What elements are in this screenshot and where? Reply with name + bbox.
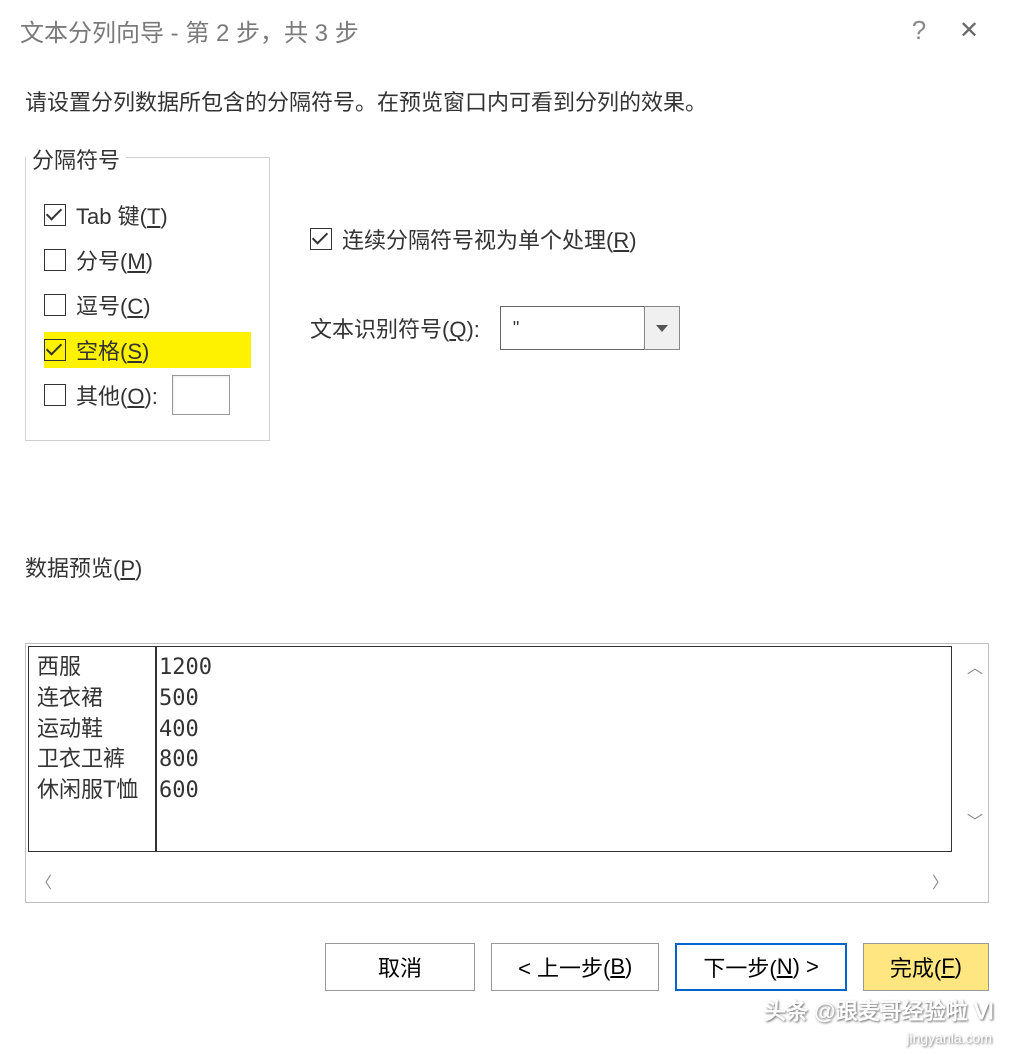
- cell: 休闲服T恤: [37, 776, 159, 807]
- button-bar: 取消 < 上一步(B) 下一步(N) > 完成(F): [0, 913, 1014, 991]
- checkbox-other[interactable]: [44, 384, 66, 406]
- right-options-panel: 连续分隔符号视为单个处理(R) 文本识别符号(Q): ": [310, 157, 680, 441]
- back-button[interactable]: < 上一步(B): [491, 943, 659, 991]
- checkbox-row-tab: Tab 键(T): [44, 197, 251, 233]
- instruction-text: 请设置分列数据所包含的分隔符号。在预览窗口内可看到分列的效果。: [25, 85, 989, 117]
- preview-label: 数据预览(P): [25, 551, 989, 583]
- cancel-button[interactable]: 取消: [325, 943, 475, 991]
- cell: 400: [159, 715, 199, 746]
- checkbox-consecutive-label[interactable]: 连续分隔符号视为单个处理(R): [342, 223, 637, 255]
- checkbox-row-space: 空格(S): [44, 332, 251, 368]
- checkbox-row-consecutive: 连续分隔符号视为单个处理(R): [310, 221, 680, 257]
- text-qualifier-dropdown[interactable]: ": [500, 306, 680, 350]
- cell: 1200: [159, 653, 212, 684]
- dropdown-button[interactable]: [644, 306, 680, 350]
- preview-box: 西服1200 连衣裙500 运动鞋400 卫衣卫裤800 休闲服T恤600 ︿ …: [25, 643, 989, 903]
- checkbox-space-label[interactable]: 空格(S): [76, 334, 149, 366]
- checkbox-semicolon[interactable]: [44, 249, 66, 271]
- cell: 500: [159, 684, 199, 715]
- checkbox-row-comma: 逗号(C): [44, 287, 251, 323]
- column-separator: [155, 647, 157, 851]
- checkbox-consecutive[interactable]: [310, 228, 332, 250]
- cell: 西服: [37, 653, 159, 684]
- checkbox-tab[interactable]: [44, 204, 66, 226]
- help-button[interactable]: ?: [894, 15, 944, 46]
- scroll-right-icon[interactable]: 〉: [932, 869, 948, 893]
- cell: 运动鞋: [37, 715, 159, 746]
- preview-content: 西服1200 连衣裙500 运动鞋400 卫衣卫裤800 休闲服T恤600: [28, 646, 952, 852]
- vertical-scrollbar[interactable]: ︿ ﹀: [962, 644, 988, 902]
- checkbox-tab-label[interactable]: Tab 键(T): [76, 199, 168, 231]
- cell: 连衣裙: [37, 684, 159, 715]
- checkbox-semicolon-label[interactable]: 分号(M): [76, 244, 153, 276]
- checkbox-row-other: 其他(O):: [44, 377, 251, 413]
- other-delimiter-input[interactable]: [172, 375, 230, 415]
- preview-row: 休闲服T恤600: [37, 776, 951, 807]
- checkbox-space[interactable]: [44, 339, 66, 361]
- preview-row: 西服1200: [37, 653, 951, 684]
- next-button[interactable]: 下一步(N) >: [675, 943, 847, 991]
- checkbox-other-label[interactable]: 其他(O):: [76, 379, 158, 411]
- preview-row: 运动鞋400: [37, 715, 951, 746]
- delimiter-group-label: 分隔符号: [26, 143, 126, 175]
- window-title: 文本分列向导 - 第 2 步，共 3 步: [20, 13, 894, 48]
- cell: 600: [159, 776, 199, 807]
- preview-row: 连衣裙500: [37, 684, 951, 715]
- finish-button[interactable]: 完成(F): [863, 943, 989, 991]
- delimiter-groupbox: 分隔符号 Tab 键(T) 分号(M) 逗号(C) 空格(S) 其他(O):: [25, 157, 270, 441]
- watermark-url: jingyanla.com: [906, 1030, 992, 1046]
- text-qualifier-value[interactable]: ": [500, 306, 645, 350]
- scroll-left-icon[interactable]: 〈: [36, 869, 52, 893]
- preview-section: 数据预览(P) 西服1200 连衣裙500 运动鞋400 卫衣卫裤800 休闲服…: [25, 551, 989, 903]
- cell: 卫衣卫裤: [37, 745, 159, 776]
- checkbox-comma[interactable]: [44, 294, 66, 316]
- close-button[interactable]: ✕: [944, 16, 994, 45]
- checkbox-comma-label[interactable]: 逗号(C): [76, 289, 151, 321]
- preview-row: 卫衣卫裤800: [37, 745, 951, 776]
- horizontal-scrollbar[interactable]: 〈 〉: [36, 866, 948, 896]
- watermark-text: 头条 @跟麦哥经验啦 Ⅵ: [764, 994, 994, 1026]
- chevron-down-icon: [656, 325, 668, 332]
- text-qualifier-label: 文本识别符号(Q):: [310, 312, 480, 344]
- scroll-down-icon[interactable]: ﹀: [967, 808, 983, 832]
- scroll-up-icon[interactable]: ︿: [967, 654, 983, 678]
- checkbox-row-semicolon: 分号(M): [44, 242, 251, 278]
- titlebar: 文本分列向导 - 第 2 步，共 3 步 ? ✕: [0, 0, 1014, 60]
- cell: 800: [159, 745, 199, 776]
- text-qualifier-row: 文本识别符号(Q): ": [310, 306, 680, 350]
